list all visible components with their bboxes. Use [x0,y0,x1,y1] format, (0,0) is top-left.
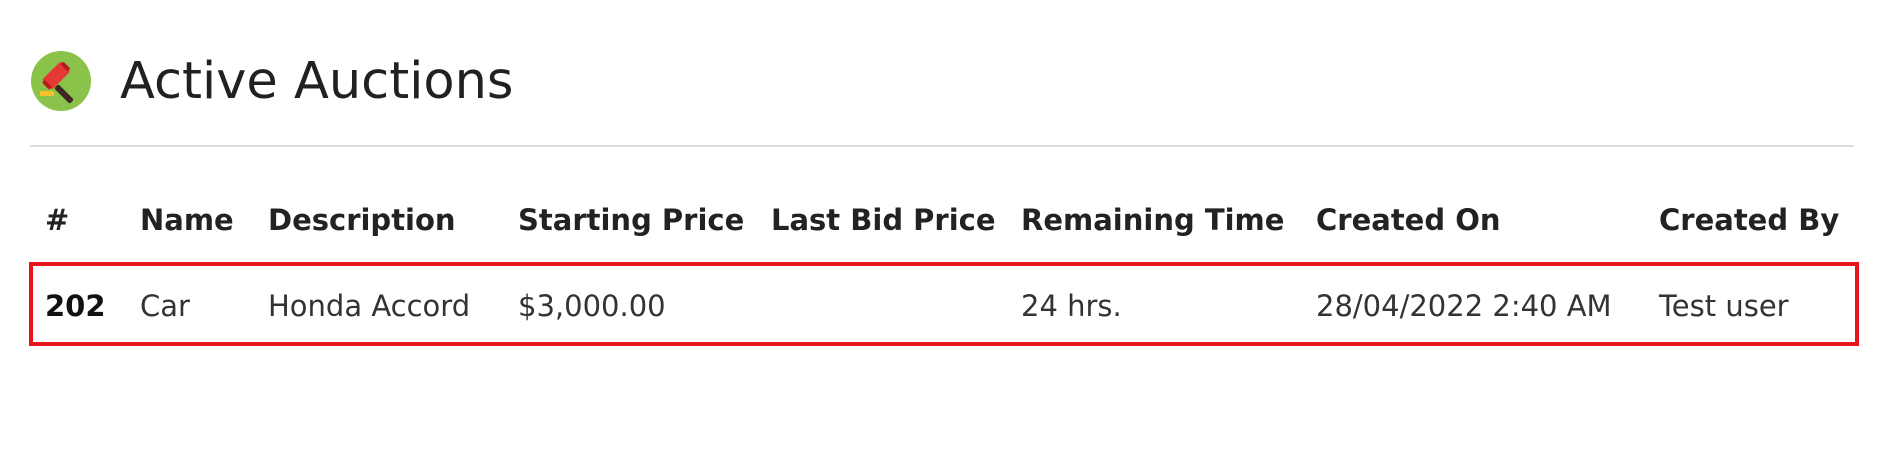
column-header-description[interactable]: Description [268,190,456,250]
column-header-name[interactable]: Name [140,190,234,250]
column-header-created-on[interactable]: Created On [1316,190,1501,250]
column-header-last-bid-price[interactable]: Last Bid Price [771,190,996,250]
page-header: Active Auctions [30,46,513,116]
column-header-remaining-time[interactable]: Remaining Time [1021,190,1284,250]
header-divider [30,145,1854,147]
column-header-id[interactable]: # [45,190,69,250]
page-title: Active Auctions [120,51,514,111]
gavel-icon [31,51,91,111]
column-header-created-by[interactable]: Created By [1659,190,1839,250]
table-header-row: # Name Description Starting Price Last B… [30,190,1860,250]
row-highlight-box [29,262,1859,346]
column-header-starting-price[interactable]: Starting Price [518,190,744,250]
